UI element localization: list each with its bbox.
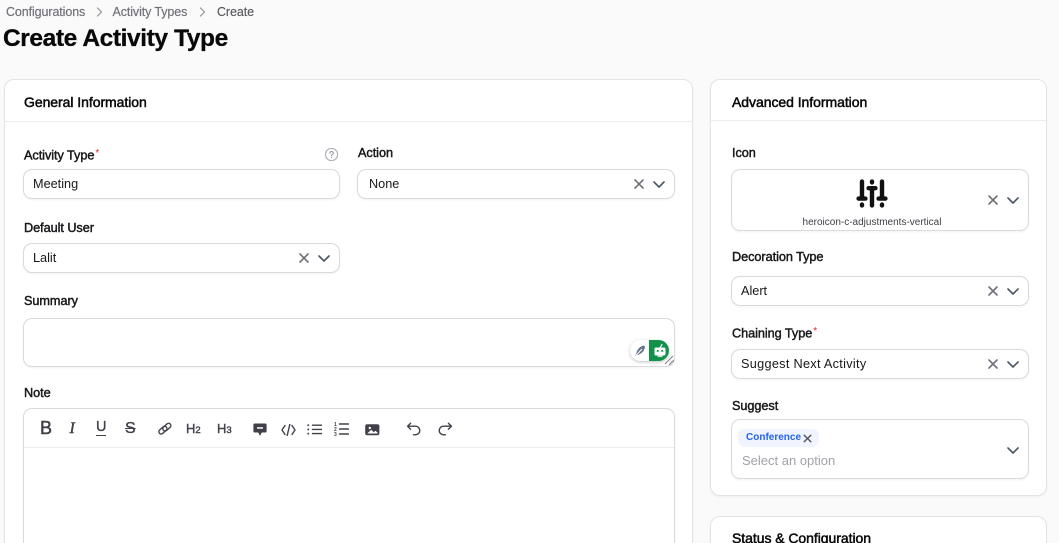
svg-text:3: 3	[334, 432, 337, 436]
